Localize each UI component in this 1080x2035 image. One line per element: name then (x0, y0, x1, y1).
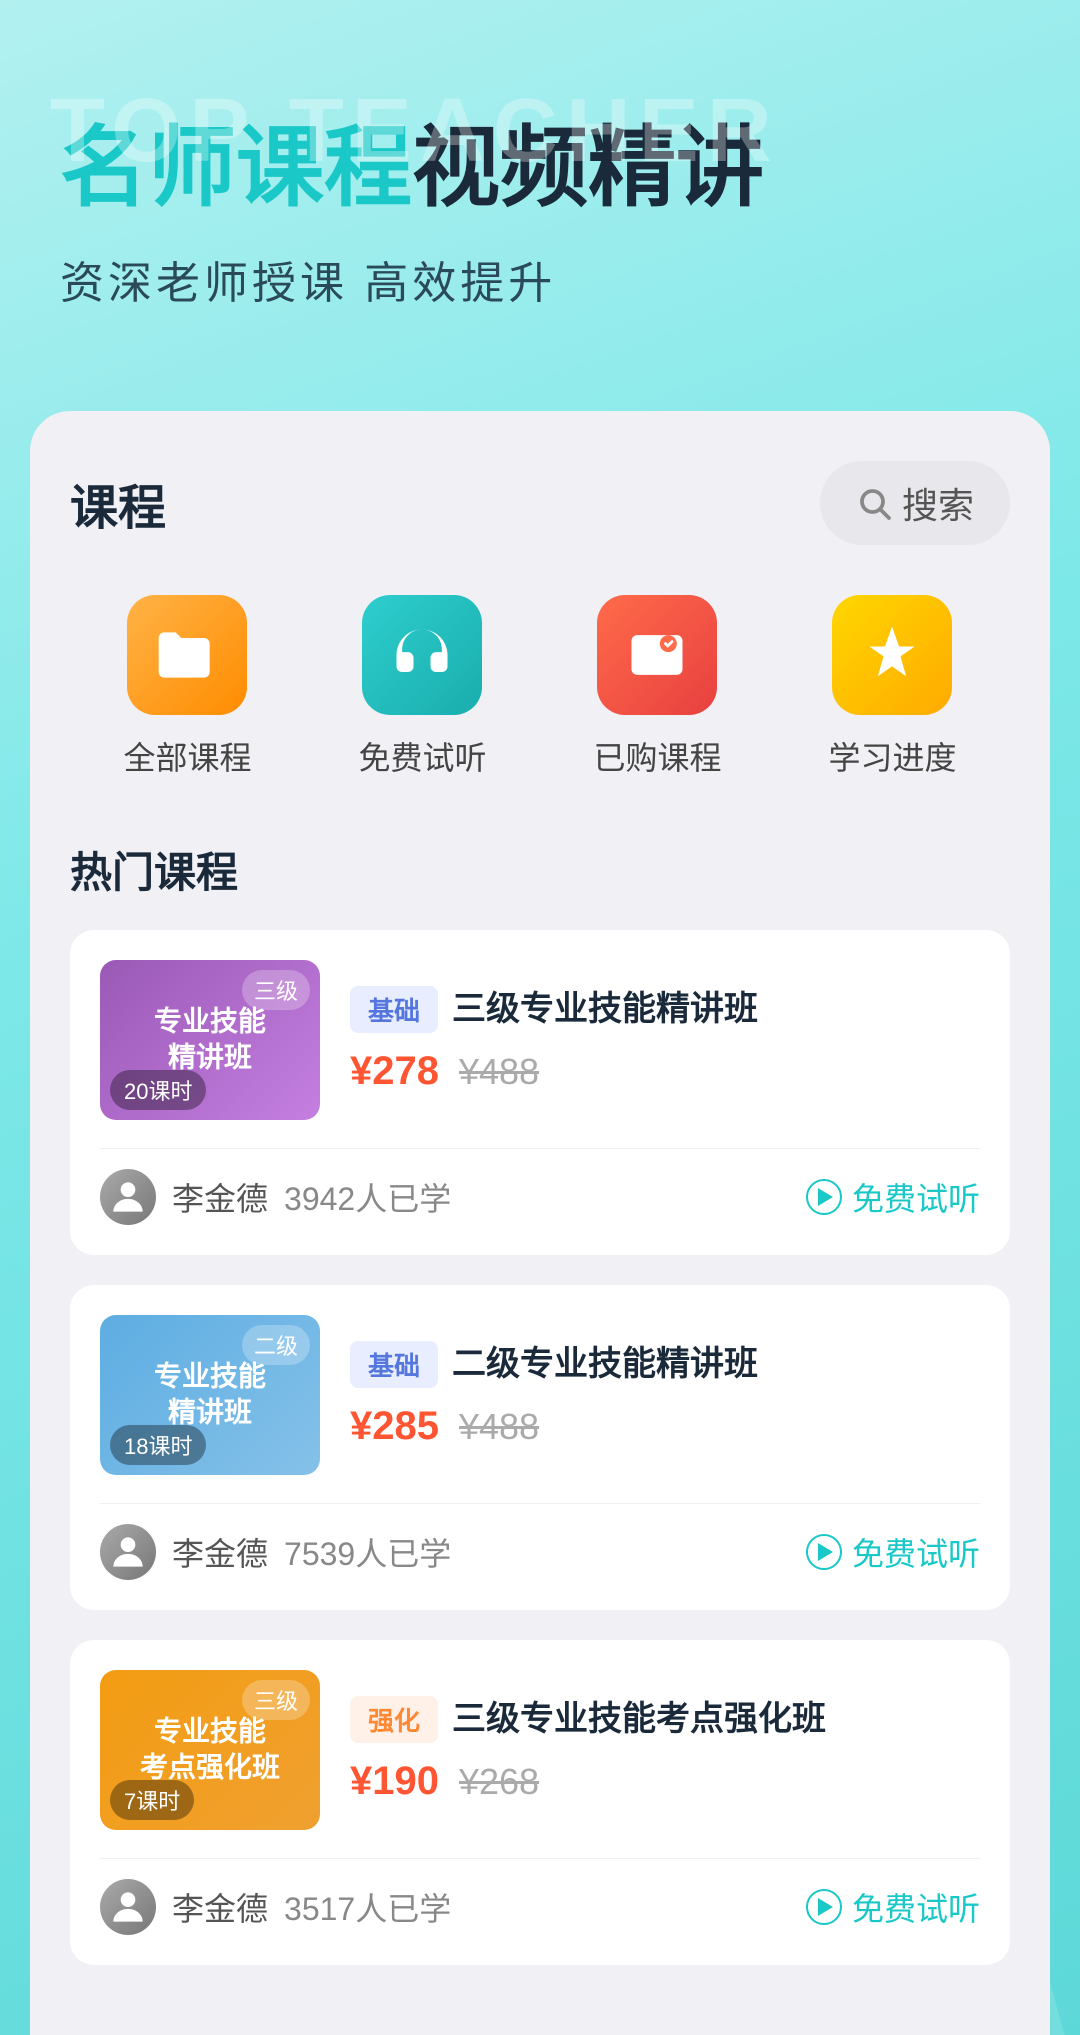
purchase-icon (623, 621, 691, 689)
price-current-2: ¥190 (350, 1759, 439, 1804)
course-name-0: 三级专业技能精讲班 (452, 986, 758, 1034)
hours-badge-2: 7课时 (110, 1780, 194, 1820)
search-icon (856, 485, 892, 521)
free-trial-button-0[interactable]: 免费试听 (806, 1174, 980, 1220)
category-item-free[interactable]: 免费试听 (358, 595, 486, 779)
course-thumbnail-0[interactable]: 三级 专业技能精讲班 20课时 (100, 960, 320, 1120)
category-icon-progress (832, 595, 952, 715)
course-card-1: 二级 专业技能精讲班 18课时 基础 二级专业技能精讲班 ¥285 ¥488 (70, 1285, 1010, 1610)
course-card-inner-2: 三级 专业技能考点强化班 7课时 强化 三级专业技能考点强化班 ¥190 ¥26… (100, 1670, 980, 1830)
teacher-info-2: 李金德 3517人已学 (100, 1879, 451, 1935)
folder-icon (153, 621, 221, 689)
play-circle-1 (806, 1534, 842, 1570)
course-price-row-1: ¥285 ¥488 (350, 1404, 980, 1449)
course-price-row-2: ¥190 ¥268 (350, 1759, 980, 1804)
free-trial-label-2: 免费试听 (852, 1884, 980, 1930)
course-tag-2: 强化 (350, 1696, 438, 1743)
course-footer-0: 李金德 3942人已学 免费试听 (100, 1148, 980, 1225)
teacher-info-0: 李金德 3942人已学 (100, 1169, 451, 1225)
teacher-name-2: 李金德 (172, 1884, 268, 1930)
price-original-0: ¥488 (459, 1051, 539, 1093)
teacher-avatar-0 (100, 1169, 156, 1225)
thumb-title-0: 专业技能精讲班 (111, 1003, 309, 1076)
headphone-icon (388, 621, 456, 689)
category-grid: 全部课程 免费试听 已购课程 (70, 595, 1010, 779)
course-thumbnail-1[interactable]: 二级 专业技能精讲班 18课时 (100, 1315, 320, 1475)
free-trial-button-2[interactable]: 免费试听 (806, 1884, 980, 1930)
student-count-0: 3942人已学 (284, 1174, 451, 1220)
course-card-inner-1: 二级 专业技能精讲班 18课时 基础 二级专业技能精讲班 ¥285 ¥488 (100, 1315, 980, 1475)
card-header: 课程 搜索 (70, 461, 1010, 545)
card-title: 课程 (70, 468, 166, 538)
play-triangle-1 (818, 1543, 833, 1561)
thumb-title-1: 专业技能精讲班 (111, 1358, 309, 1431)
pin-icon (858, 621, 926, 689)
course-name-2: 三级专业技能考点强化班 (452, 1696, 826, 1744)
course-price-row-0: ¥278 ¥488 (350, 1049, 980, 1094)
course-info-2: 强化 三级专业技能考点强化班 ¥190 ¥268 (350, 1670, 980, 1830)
thumb-title-2: 专业技能考点强化班 (111, 1713, 309, 1786)
category-icon-purchased (597, 595, 717, 715)
course-list: 三级 专业技能精讲班 20课时 基础 三级专业技能精讲班 ¥278 ¥488 (70, 930, 1010, 1965)
course-tag-0: 基础 (350, 986, 438, 1033)
course-info-1: 基础 二级专业技能精讲班 ¥285 ¥488 (350, 1315, 980, 1475)
teacher-avatar-1 (100, 1524, 156, 1580)
teacher-name-0: 李金德 (172, 1174, 268, 1220)
avatar-icon-1 (106, 1530, 150, 1574)
course-footer-2: 李金德 3517人已学 免费试听 (100, 1858, 980, 1935)
free-trial-label-0: 免费试听 (852, 1174, 980, 1220)
course-thumbnail-2[interactable]: 三级 专业技能考点强化班 7课时 (100, 1670, 320, 1830)
course-tag-1: 基础 (350, 1341, 438, 1388)
course-tags-row-1: 基础 二级专业技能精讲班 (350, 1341, 980, 1389)
course-card-0: 三级 专业技能精讲班 20课时 基础 三级专业技能精讲班 ¥278 ¥488 (70, 930, 1010, 1255)
course-card-inner-0: 三级 专业技能精讲班 20课时 基础 三级专业技能精讲班 ¥278 ¥488 (100, 960, 980, 1120)
category-label-progress: 学习进度 (828, 733, 956, 779)
price-original-2: ¥268 (459, 1761, 539, 1803)
price-current-1: ¥285 (350, 1404, 439, 1449)
category-icon-all (127, 595, 247, 715)
teacher-avatar-2 (100, 1879, 156, 1935)
student-count-1: 7539人已学 (284, 1529, 451, 1575)
course-name-1: 二级专业技能精讲班 (452, 1341, 758, 1389)
category-label-all: 全部课程 (123, 733, 251, 779)
category-icon-free (362, 595, 482, 715)
category-item-purchased[interactable]: 已购课程 (593, 595, 721, 779)
hero-subtitle: 资深老师授课 高效提升 (60, 247, 1020, 311)
main-card: 课程 搜索 全部课程 免费试听 (30, 411, 1050, 2035)
play-circle-2 (806, 1889, 842, 1925)
course-tags-row-2: 强化 三级专业技能考点强化班 (350, 1696, 980, 1744)
play-triangle-2 (818, 1898, 833, 1916)
avatar-icon-2 (106, 1885, 150, 1929)
avatar-icon-0 (106, 1175, 150, 1219)
course-footer-1: 李金德 7539人已学 免费试听 (100, 1503, 980, 1580)
course-tags-row-0: 基础 三级专业技能精讲班 (350, 986, 980, 1034)
hero-bg-text: TOP TEACHER (50, 80, 780, 183)
course-info-0: 基础 三级专业技能精讲班 ¥278 ¥488 (350, 960, 980, 1120)
student-count-2: 3517人已学 (284, 1884, 451, 1930)
category-label-purchased: 已购课程 (593, 733, 721, 779)
hours-badge-0: 20课时 (110, 1070, 206, 1110)
search-label: 搜索 (902, 477, 974, 529)
search-button[interactable]: 搜索 (820, 461, 1010, 545)
hot-section-title: 热门课程 (70, 839, 1010, 900)
play-circle-0 (806, 1179, 842, 1215)
price-current-0: ¥278 (350, 1049, 439, 1094)
price-original-1: ¥488 (459, 1406, 539, 1448)
free-trial-button-1[interactable]: 免费试听 (806, 1529, 980, 1575)
course-card-2: 三级 专业技能考点强化班 7课时 强化 三级专业技能考点强化班 ¥190 ¥26… (70, 1640, 1010, 1965)
category-item-all[interactable]: 全部课程 (123, 595, 251, 779)
teacher-info-1: 李金德 7539人已学 (100, 1524, 451, 1580)
category-item-progress[interactable]: 学习进度 (828, 595, 956, 779)
hero-section: TOP TEACHER 名师课程视频精讲 资深老师授课 高效提升 (0, 0, 1080, 351)
hours-badge-1: 18课时 (110, 1425, 206, 1465)
teacher-name-1: 李金德 (172, 1529, 268, 1575)
category-label-free: 免费试听 (358, 733, 486, 779)
play-triangle-0 (818, 1188, 833, 1206)
free-trial-label-1: 免费试听 (852, 1529, 980, 1575)
